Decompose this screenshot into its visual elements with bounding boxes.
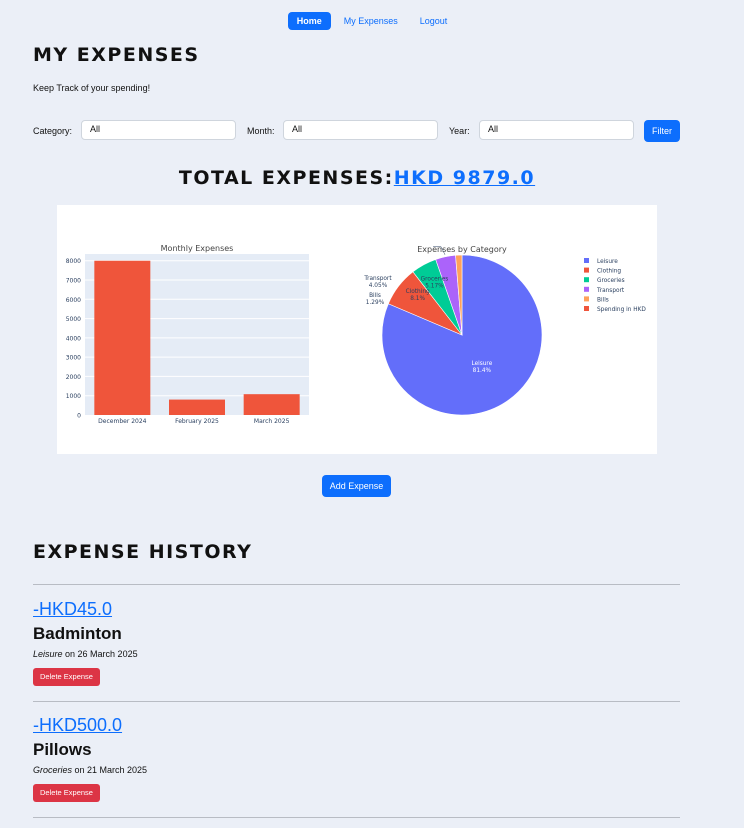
- pie-slice-label: Transport: [363, 276, 392, 282]
- total-expenses-heading: TOTAL EXPENSES:HKD 9879.0: [0, 167, 714, 189]
- bar-ytick-label: 3000: [66, 355, 81, 362]
- bar-xtick-label: December 2024: [98, 418, 146, 425]
- charts-svg: 0 1000 2000 3000 4000 5000 6000 7000 8000 Decembe…: [66, 244, 647, 425]
- nav-logout-link[interactable]: Logout: [411, 12, 457, 30]
- bar-xtick-label: March 2025: [254, 418, 290, 425]
- pie-slice-percent: 1.29%: [366, 300, 385, 306]
- category-label: Category:: [33, 126, 73, 136]
- divider: [33, 584, 680, 585]
- add-expense-button[interactable]: Add Expense: [322, 475, 391, 497]
- pie-slice-label: Leisure: [471, 361, 492, 367]
- expense-date: on 21 March 2025: [72, 765, 148, 775]
- expense-date: on 26 March 2025: [62, 649, 138, 659]
- bar-xtick-label: February 2025: [175, 418, 219, 425]
- filter-button[interactable]: Filter: [644, 120, 680, 142]
- expense-history-title: EXPENSE HISTORY: [33, 541, 253, 563]
- nav-home-link[interactable]: Home: [287, 12, 331, 30]
- pie-slice-percent: 5.17%: [425, 283, 444, 289]
- delete-expense-button[interactable]: Delete Expense: [33, 668, 100, 686]
- expense-title: Badminton: [33, 624, 122, 643]
- legend-swatch: [584, 277, 589, 283]
- total-expenses-label: TOTAL EXPENSES:: [178, 167, 394, 189]
- divider: [33, 817, 680, 818]
- page-subtitle: Keep Track of your spending!: [33, 83, 151, 93]
- expense-amount-link[interactable]: -HKD500.0: [33, 715, 122, 736]
- bar-ytick-label: 0: [77, 413, 81, 420]
- legend-swatch: [584, 267, 589, 273]
- pie-slice-percent: 81.4%: [473, 368, 492, 374]
- pie-slice-label: Bills: [369, 293, 381, 299]
- expense-title: Pillows: [33, 740, 92, 759]
- expense-category: Leisure: [33, 649, 63, 659]
- expense-meta: Groceries on 21 March 2025: [33, 765, 147, 775]
- bar-ytick-label: 5000: [66, 316, 81, 323]
- year-label: Year:: [449, 126, 470, 136]
- divider: [33, 701, 680, 702]
- charts-panel: 0 1000 2000 3000 4000 5000 6000 7000 8000 Decembe…: [57, 205, 657, 454]
- pie-slice-percent: 8.1%: [410, 296, 425, 302]
- bar: [169, 399, 225, 415]
- delete-expense-button[interactable]: Delete Expense: [33, 784, 100, 802]
- pie-slice-label: Groceries: [421, 276, 449, 282]
- bar-ytick-label: 4000: [66, 335, 81, 342]
- total-expenses-amount-link[interactable]: HKD 9879.0: [394, 167, 535, 189]
- category-select[interactable]: All: [81, 120, 236, 140]
- legend-swatch: [584, 286, 589, 292]
- legend-swatch: [584, 258, 589, 263]
- bar-chart-title: Monthly Expenses: [161, 244, 234, 253]
- month-select[interactable]: All: [283, 120, 438, 140]
- legend-label: Transport: [596, 288, 625, 294]
- expense-category: Groceries: [33, 765, 73, 775]
- bar: [243, 394, 300, 415]
- legend-swatch: [584, 296, 589, 302]
- year-select[interactable]: All: [479, 120, 634, 140]
- bar-ytick-label: 1000: [66, 393, 81, 400]
- month-label: Month:: [247, 126, 275, 136]
- bar-ytick-label: 7000: [66, 278, 81, 285]
- bar-ytick-label: 8000: [66, 258, 81, 265]
- top-nav: Home My Expenses Logout: [0, 12, 744, 30]
- legend-label: Groceries: [597, 278, 625, 284]
- legend-label: Bills: [597, 297, 609, 303]
- bar-ytick-label: 6000: [66, 297, 81, 304]
- legend-swatch: [584, 306, 589, 311]
- expense-amount-link[interactable]: -HKD45.0: [33, 599, 112, 620]
- nav-my-expenses-link[interactable]: My Expenses: [335, 12, 407, 30]
- legend-label: Clothing: [597, 269, 621, 275]
- pie-slice-label: Clothing: [406, 289, 430, 295]
- pie-slice-percent: 4.05%: [369, 283, 388, 289]
- page-title: MY EXPENSES: [33, 44, 200, 66]
- legend-label: Leisure: [597, 259, 618, 265]
- pie-chart-title: Expenses by Category: [417, 245, 507, 254]
- legend-label: Spending in HKD: [597, 307, 646, 313]
- bar: [94, 260, 151, 415]
- bar-ytick-label: 2000: [66, 374, 81, 381]
- expense-meta: Leisure on 26 March 2025: [33, 649, 138, 659]
- filter-form: Category: All Month: All Year: All Filte…: [33, 120, 693, 142]
